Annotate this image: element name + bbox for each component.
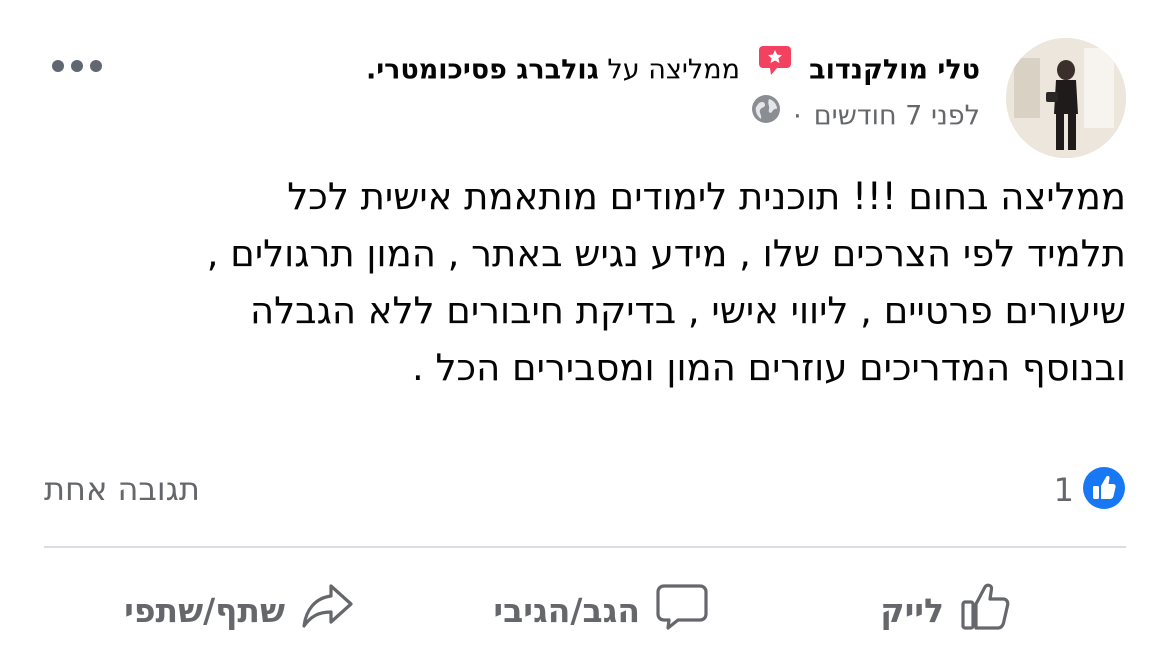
comment-button-label: הגב/הגיבי — [493, 590, 640, 630]
reactions-summary[interactable]: 1 — [1053, 466, 1126, 514]
recommend-badge-icon — [757, 44, 793, 90]
avatar-photo — [1006, 38, 1126, 158]
like-button[interactable]: לייק — [880, 578, 1014, 642]
post-body-text: ממליצה בחום !!! תוכנית לימודים מותאמת אי… — [206, 175, 1126, 389]
comment-button[interactable]: הגב/הגיבי — [493, 578, 710, 642]
comments-count-link[interactable]: תגובה אחת — [44, 470, 200, 508]
post-header-line: טלי מולקנדוב ממליצה על גולברג פסיכומטרי. — [366, 46, 980, 94]
like-reaction-icon — [1082, 466, 1126, 514]
recommended-page-link[interactable]: גולברג פסיכומטרי. — [366, 55, 599, 86]
share-icon — [299, 578, 355, 642]
meta-separator: · — [793, 100, 802, 132]
reaction-count: 1 — [1053, 471, 1074, 509]
share-button-label: שתף/שתפי — [124, 590, 285, 630]
like-button-label: לייק — [880, 590, 944, 630]
recommends-text: ממליצה על — [607, 54, 740, 86]
post-meta: לפני 7 חודשים · — [751, 94, 980, 138]
more-options-icon[interactable] — [50, 54, 104, 78]
thumbs-up-icon — [958, 578, 1014, 642]
share-button[interactable]: שתף/שתפי — [124, 578, 355, 642]
recommendation-post: טלי מולקנדוב ממליצה על גולברג פסיכומטרי.… — [0, 0, 1170, 659]
author-avatar[interactable] — [1006, 38, 1126, 158]
globe-icon[interactable] — [751, 94, 781, 136]
author-name[interactable]: טלי מולקנדוב — [809, 55, 980, 86]
post-timestamp[interactable]: לפני 7 חודשים — [814, 101, 980, 132]
comment-icon — [654, 578, 710, 642]
divider — [44, 546, 1126, 548]
